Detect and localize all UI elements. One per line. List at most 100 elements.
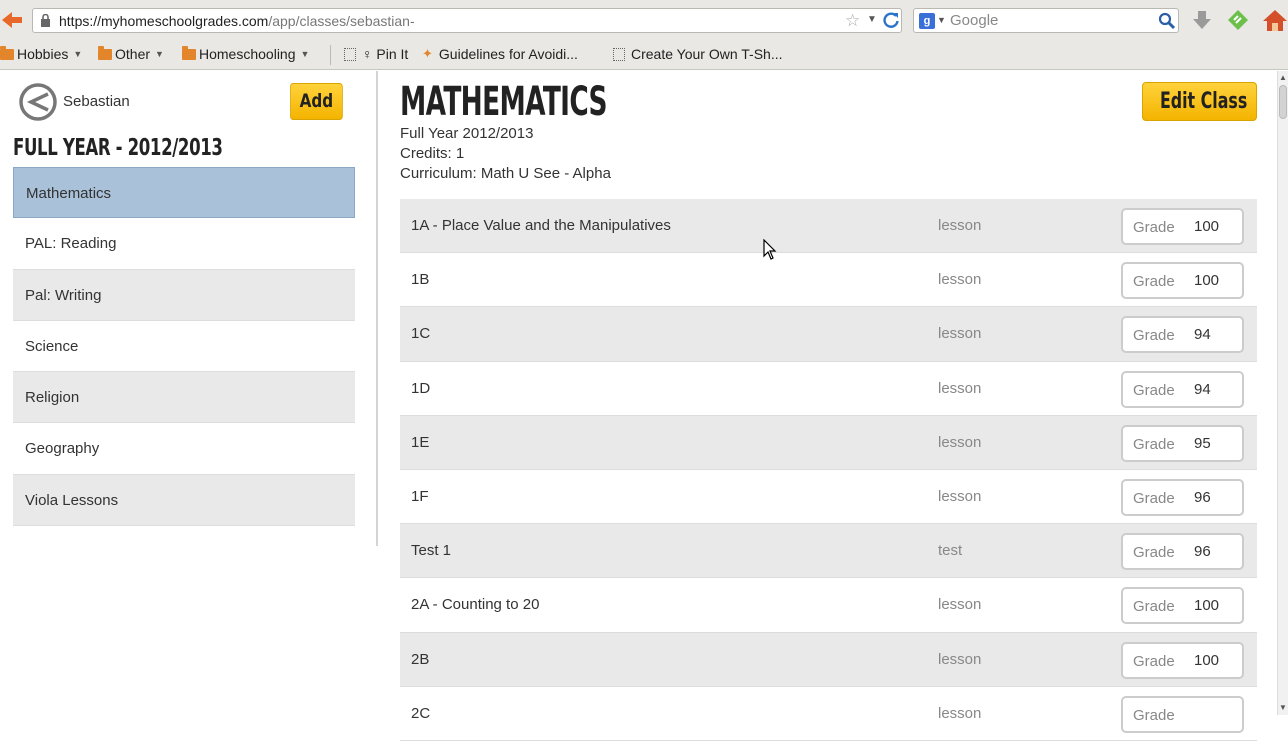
assignment-type: lesson <box>938 596 982 614</box>
edit-class-button[interactable]: Edit Class <box>1142 82 1257 121</box>
class-item-mathematics[interactable]: Mathematics <box>13 167 355 219</box>
class-item-pal-writing[interactable]: Pal: Writing <box>13 269 355 321</box>
grade-input[interactable] <box>1194 380 1238 398</box>
grade-input[interactable] <box>1194 651 1238 669</box>
back-arrow-icon[interactable] <box>0 8 24 32</box>
address-bar[interactable]: https://myhomeschoolgrades.com/app/class… <box>32 8 902 33</box>
class-item-pal-reading[interactable]: PAL: Reading <box>13 218 355 270</box>
assignment-type: lesson <box>938 325 982 343</box>
bookmark-star-icon[interactable]: ☆ <box>845 11 860 31</box>
grade-field[interactable]: Grade <box>1121 316 1244 354</box>
bookmark-folder-hobbies[interactable]: Hobbies ▼ <box>0 45 82 62</box>
class-list: Mathematics PAL: Reading Pal: Writing Sc… <box>13 167 355 527</box>
search-input[interactable] <box>950 12 1150 29</box>
grade-field[interactable]: Grade <box>1121 533 1244 571</box>
grade-label: Grade <box>1133 544 1175 562</box>
google-icon[interactable]: g <box>919 13 935 29</box>
assignment-type: lesson <box>938 650 982 668</box>
grade-field[interactable]: Grade <box>1121 370 1244 408</box>
assignment-name: 2B <box>411 650 430 668</box>
assignment-name: 1B <box>411 271 430 289</box>
bookmark-create-tshirt[interactable]: Create Your Own T-Sh... <box>613 46 783 62</box>
vertical-scrollbar[interactable]: ▲ ▼ <box>1277 71 1288 715</box>
grade-label: Grade <box>1133 273 1175 291</box>
grade-field[interactable]: Grade <box>1121 641 1244 679</box>
grade-input[interactable] <box>1194 434 1238 452</box>
page-icon <box>344 47 356 61</box>
back-circle-icon[interactable] <box>18 82 58 122</box>
bookmark-pin-it[interactable]: ♀ Pin It <box>344 46 408 62</box>
grade-label: Grade <box>1133 706 1175 724</box>
assignment-type: test <box>938 542 963 560</box>
folder-icon <box>98 45 112 60</box>
bookmark-label: Hobbies <box>17 46 69 62</box>
main-content: MATHEMATICS Edit Class Full Year 2012/20… <box>400 71 1257 741</box>
grade-field[interactable]: Grade <box>1121 695 1244 733</box>
assignment-row[interactable]: 2B lesson Grade <box>400 632 1257 687</box>
class-item-science[interactable]: Science <box>13 321 355 373</box>
folder-icon <box>182 45 196 60</box>
bookmark-folder-other[interactable]: Other ▼ <box>98 45 164 62</box>
assignment-type: lesson <box>938 487 982 505</box>
assignment-type: lesson <box>938 379 982 397</box>
grade-input[interactable] <box>1194 543 1238 561</box>
grade-input[interactable] <box>1194 705 1238 723</box>
bookmark-label: Homeschooling <box>199 46 296 62</box>
bookmark-label: ♀ Pin It <box>362 46 409 62</box>
url-host: https://myhomeschoolgrades.com <box>59 13 269 29</box>
assignment-row[interactable]: 1E lesson Grade <box>400 415 1257 470</box>
search-engine-dropdown-icon[interactable]: ▼ <box>937 15 946 25</box>
assignment-row[interactable]: 2A - Counting to 20 lesson Grade <box>400 578 1257 633</box>
home-icon[interactable] <box>1262 8 1288 32</box>
search-icon[interactable] <box>1158 12 1176 30</box>
bookmark-guidelines[interactable]: ✦ Guidelines for Avoidi... <box>422 46 578 62</box>
class-term: Full Year 2012/2013 <box>400 125 534 142</box>
scrollbar-thumb[interactable] <box>1279 85 1287 119</box>
class-item-religion[interactable]: Religion <box>13 372 355 424</box>
bookmark-folder-homeschooling[interactable]: Homeschooling ▼ <box>182 45 309 62</box>
assignment-row[interactable]: 1B lesson Grade <box>400 253 1257 308</box>
assignment-type: lesson <box>938 271 982 289</box>
search-bar[interactable]: g ▼ <box>913 8 1179 33</box>
assignment-row[interactable]: 1C lesson Grade <box>400 307 1257 362</box>
grade-input[interactable] <box>1194 272 1238 290</box>
bookmark-label: Create Your Own T-Sh... <box>631 46 783 62</box>
page-icon <box>613 47 625 61</box>
reload-icon[interactable] <box>880 10 902 32</box>
grade-field[interactable]: Grade <box>1121 478 1244 516</box>
grade-field[interactable]: Grade <box>1121 208 1244 245</box>
scroll-up-icon[interactable]: ▲ <box>1279 73 1287 82</box>
assignment-name: 1E <box>411 433 430 451</box>
sidebar: Sebastian Add FULL YEAR - 2012/2013 Math… <box>0 71 378 546</box>
url-history-dropdown-icon[interactable]: ▼ <box>867 14 877 25</box>
download-icon[interactable] <box>1191 9 1213 31</box>
assignment-row[interactable]: 2C lesson Grade <box>400 687 1257 741</box>
class-item-geography[interactable]: Geography <box>13 423 355 475</box>
assignment-name: 1F <box>411 487 429 505</box>
grade-input[interactable] <box>1194 326 1238 344</box>
grade-input[interactable] <box>1194 488 1238 506</box>
student-name[interactable]: Sebastian <box>63 93 130 110</box>
grade-input[interactable] <box>1194 218 1238 235</box>
grade-label: Grade <box>1133 598 1175 616</box>
scroll-down-icon[interactable]: ▼ <box>1279 703 1287 712</box>
grade-input[interactable] <box>1194 597 1238 615</box>
assignment-row[interactable]: 1F lesson Grade <box>400 470 1257 525</box>
url-text[interactable]: https://myhomeschoolgrades.com/app/class… <box>59 13 415 29</box>
add-class-button[interactable]: Add <box>290 83 343 120</box>
class-item-viola-lessons[interactable]: Viola Lessons <box>13 474 355 527</box>
assignment-row[interactable]: 1D lesson Grade <box>400 362 1257 416</box>
grade-field[interactable]: Grade <box>1121 424 1244 462</box>
runner-icon: ✦ <box>422 46 433 61</box>
bookmark-label: Guidelines for Avoidi... <box>438 46 578 62</box>
assignment-row[interactable]: 1A - Place Value and the Manipulatives l… <box>400 199 1257 254</box>
year-title: FULL YEAR - 2012/2013 <box>13 135 223 161</box>
feedly-icon[interactable] <box>1226 8 1250 32</box>
grade-field[interactable]: Grade <box>1121 262 1244 300</box>
assignment-row[interactable]: Test 1 test Grade <box>400 524 1257 579</box>
assignment-name: 1A - Place Value and the Manipulatives <box>411 217 671 234</box>
grade-label: Grade <box>1133 219 1175 236</box>
grade-field[interactable]: Grade <box>1121 587 1244 625</box>
bookmarks-bar: Hobbies ▼ Other ▼ Homeschooling ▼ ♀ Pin It … <box>0 40 1288 70</box>
grade-label: Grade <box>1133 327 1175 345</box>
